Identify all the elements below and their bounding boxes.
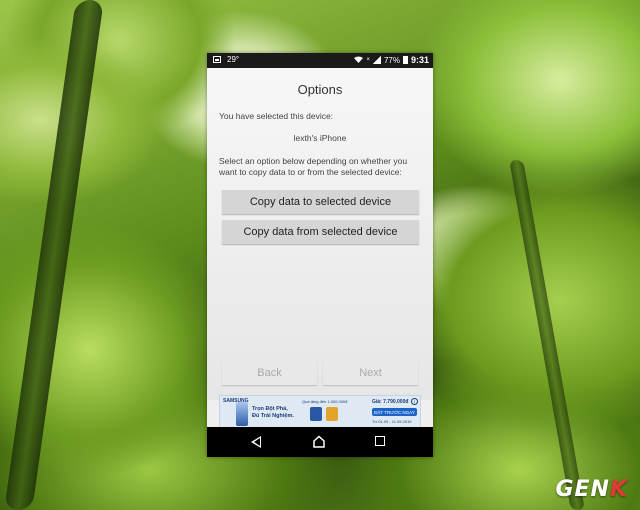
instruction-text: Select an option below depending on whet… <box>219 156 408 177</box>
device-name: lexth's iPhone <box>293 133 347 143</box>
back-button[interactable]: Back <box>222 361 317 385</box>
status-bar: 29° × 77% 9:31 <box>207 53 433 68</box>
ad-gift-icon <box>310 407 322 421</box>
ad-slogan-line1: Trọn Đột Phá, <box>252 406 288 412</box>
wifi-icon <box>354 56 364 65</box>
ad-order-button[interactable]: ĐẶT TRƯỚC NGAY <box>372 408 417 416</box>
home-icon[interactable] <box>313 435 325 448</box>
ad-promo: Quà tặng đến 1.000.000đ <box>302 399 348 404</box>
ad-date: Từ 01.09 - 11.09.2019 <box>372 419 412 424</box>
ad-gift-icon-2 <box>326 407 338 421</box>
ad-phone-image <box>236 402 248 426</box>
recents-icon[interactable] <box>375 436 385 446</box>
clock: 9:31 <box>410 55 429 65</box>
mute-icon: × <box>366 57 370 63</box>
ad-slogan-line2: Đủ Trải Nghiệm. <box>252 413 294 419</box>
copy-to-device-button[interactable]: Copy data to selected device <box>222 190 419 214</box>
signal-icon <box>372 56 381 64</box>
copy-from-device-button[interactable]: Copy data from selected device <box>222 220 419 244</box>
ad-info-icon[interactable]: i <box>411 398 418 405</box>
temperature-text: 29° <box>227 55 240 64</box>
genk-watermark-logo: GENK <box>555 477 628 502</box>
android-nav-bar <box>207 427 433 457</box>
phone-screen: 29° × 77% 9:31 Options You have selected… <box>207 53 433 457</box>
ad-banner[interactable]: SAMSUNG Trọn Đột Phá, Đủ Trải Nghiệm. Qu… <box>219 395 421 429</box>
ad-price: Giá: 7.790.000đ <box>372 399 409 405</box>
image-icon <box>213 56 221 63</box>
back-icon[interactable] <box>251 436 261 448</box>
battery-text: 77% <box>383 55 400 65</box>
battery-icon <box>402 56 408 64</box>
page-title: Options <box>297 82 343 97</box>
selected-device-label: You have selected this device: <box>219 111 334 121</box>
next-button[interactable]: Next <box>323 361 418 385</box>
options-screen: Options You have selected this device: l… <box>207 68 433 429</box>
